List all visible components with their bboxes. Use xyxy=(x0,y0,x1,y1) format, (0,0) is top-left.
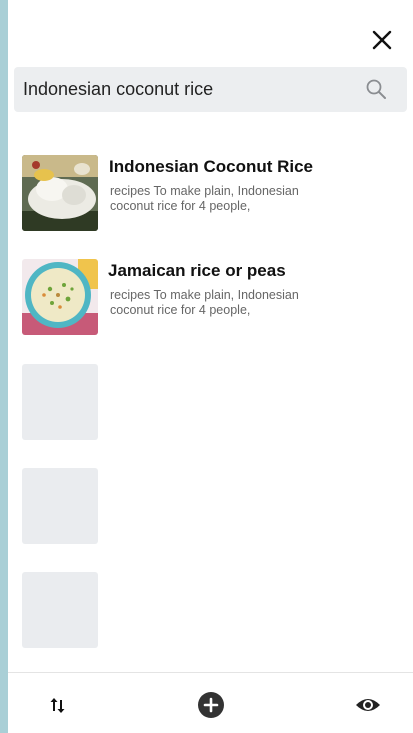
recipe-thumbnail xyxy=(22,259,98,335)
result-description: recipes To make plain, Indonesian coconu… xyxy=(110,184,299,213)
result-title: Indonesian Coconut Rice xyxy=(109,157,314,176)
bottom-toolbar xyxy=(8,672,413,733)
result-description: recipes To make plain, Indonesian coconu… xyxy=(110,288,299,317)
result-title: Jamaican rice or peas xyxy=(108,261,286,280)
result-placeholder xyxy=(22,468,98,544)
search-input[interactable] xyxy=(14,67,354,112)
search-bar xyxy=(14,67,407,112)
view-button[interactable] xyxy=(354,691,382,719)
result-item[interactable]: Jamaican rice or peas recipes To make pl… xyxy=(22,259,402,335)
add-button[interactable] xyxy=(197,691,225,719)
eye-icon xyxy=(356,699,380,711)
result-placeholder xyxy=(22,364,98,440)
plus-circle-icon xyxy=(198,692,224,718)
sort-button[interactable] xyxy=(44,691,72,719)
search-panel: Indonesian Coconut Rice recipes To make … xyxy=(8,0,413,733)
result-placeholder xyxy=(22,572,98,648)
recipe-thumbnail xyxy=(22,155,98,231)
sort-arrows-icon xyxy=(50,698,65,713)
close-icon xyxy=(372,30,392,50)
result-item[interactable]: Indonesian Coconut Rice recipes To make … xyxy=(22,155,402,231)
search-icon[interactable] xyxy=(365,78,387,100)
close-button[interactable] xyxy=(370,28,394,52)
